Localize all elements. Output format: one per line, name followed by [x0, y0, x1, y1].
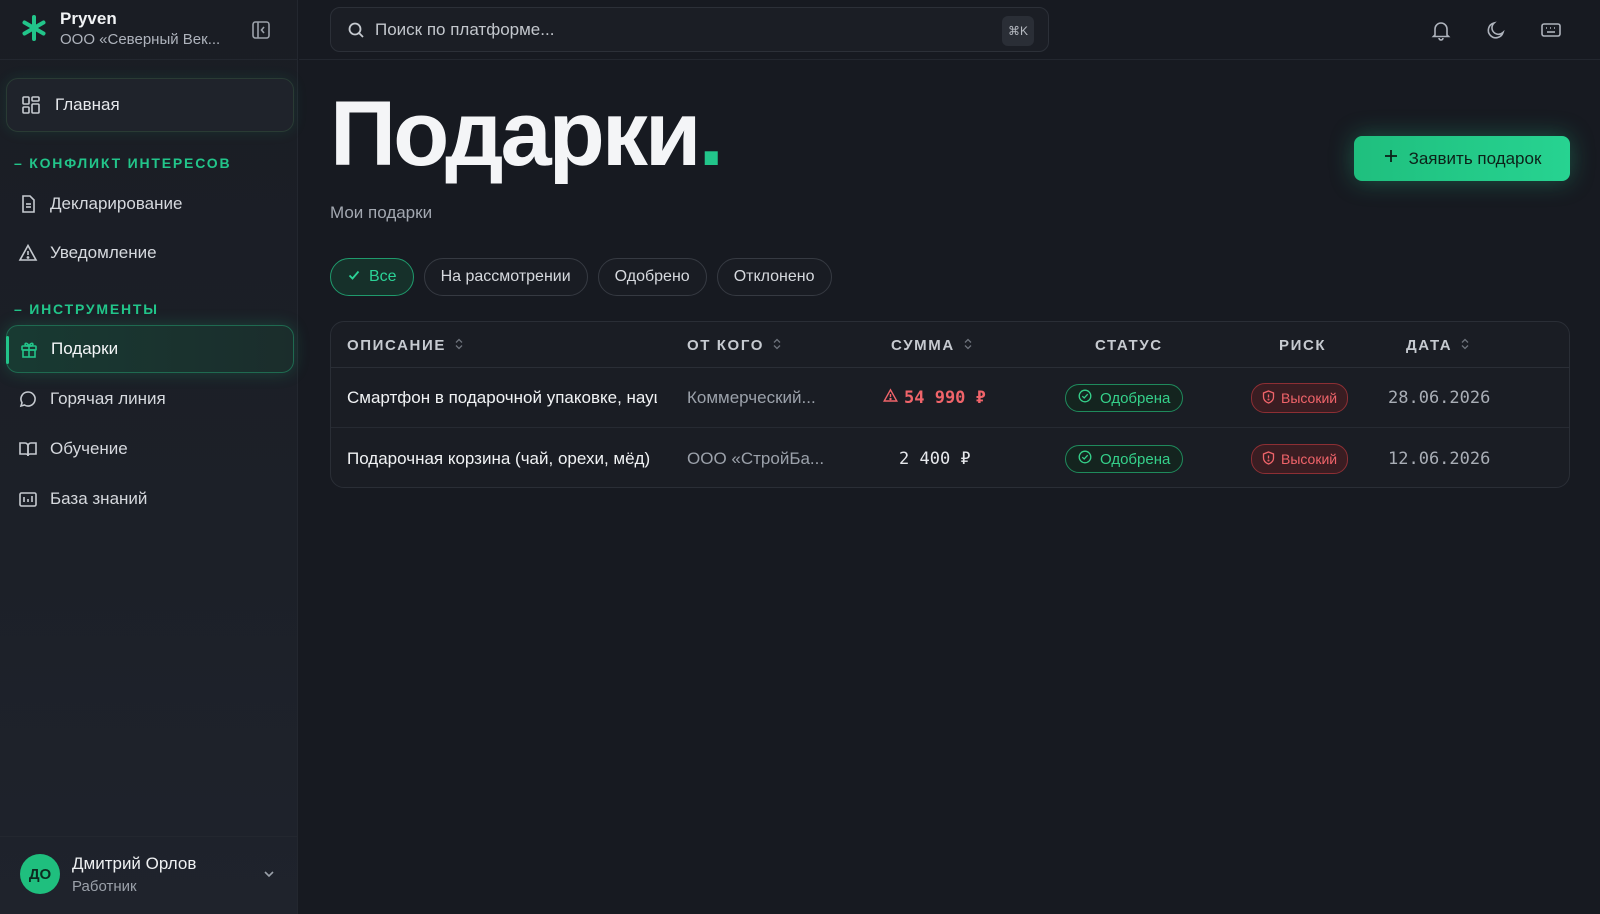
cell-from: ООО «СтройБа...	[687, 449, 825, 468]
column-header-status: СТАТУС	[1095, 337, 1163, 354]
filter-rejected[interactable]: Отклонено	[716, 258, 832, 296]
column-header-from[interactable]: ОТ КОГО	[687, 337, 782, 354]
sidebar-item-label: Декларирование	[50, 194, 183, 213]
moon-icon[interactable]	[1484, 18, 1508, 42]
gifts-table: ОПИСАНИЕ ОТ КОГО СУММА СТАТУС РИСК ДАТА …	[330, 321, 1570, 488]
organization-name[interactable]: ООО «Северный Век...	[60, 31, 220, 48]
cell-date: 28.06.2026	[1388, 388, 1491, 408]
sidebar-item-label: Главная	[55, 95, 120, 114]
risk-badge: Высокий	[1251, 383, 1349, 413]
amount-value: 2 400 ₽	[899, 449, 971, 469]
user-role: Работник	[72, 878, 137, 895]
filter-label: Одобрено	[614, 268, 690, 285]
sidebar-item-notification[interactable]: Уведомление	[6, 229, 294, 277]
page-title: Подарки.	[330, 83, 724, 185]
status-badge: Одобрена	[1065, 445, 1184, 473]
warning-icon	[883, 388, 898, 408]
sidebar-item-label: Обучение	[50, 439, 128, 458]
shield-alert-icon	[1262, 450, 1275, 468]
sidebar-item-home[interactable]: Главная	[6, 78, 294, 132]
column-header-risk: РИСК	[1279, 337, 1327, 354]
cell-description: Подарочная корзина (чай, орехи, мёд)	[347, 449, 651, 468]
table-row[interactable]: Подарочная корзина (чай, орехи, мёд) ООО…	[331, 429, 1569, 487]
filter-all[interactable]: Все	[330, 258, 414, 296]
sort-icon	[454, 337, 464, 354]
shortcut-hint: ⌘K	[1002, 16, 1034, 46]
declare-gift-button[interactable]: Заявить подарок	[1354, 136, 1570, 181]
column-header-date[interactable]: ДАТА	[1406, 337, 1470, 354]
table-row[interactable]: Смартфон в подарочной упаковке, наушники…	[331, 368, 1569, 428]
shield-alert-icon	[1262, 389, 1275, 407]
user-name: Дмитрий Орлов	[72, 854, 197, 873]
user-profile[interactable]: ДО Дмитрий Орлов Работник	[0, 836, 298, 914]
chevron-down-icon[interactable]	[262, 867, 276, 886]
sort-icon	[1460, 337, 1470, 354]
search-bar[interactable]: ⌘K	[330, 7, 1049, 52]
chat-icon	[18, 389, 38, 409]
plus-icon	[1383, 148, 1399, 169]
chart-icon	[18, 489, 38, 509]
section-title-conflict: – КОНФЛИКТ ИНТЕРЕСОВ	[14, 155, 232, 171]
bell-icon[interactable]	[1429, 18, 1453, 42]
sidebar-item-declaration[interactable]: Декларирование	[6, 180, 294, 228]
filter-approved[interactable]: Одобрено	[597, 258, 707, 296]
amount-value: 54 990 ₽	[904, 388, 986, 408]
cell-date: 12.06.2026	[1388, 449, 1491, 469]
sidebar-item-knowledge-base[interactable]: База знаний	[6, 475, 294, 523]
grid-icon	[21, 95, 41, 115]
status-filters: Все На рассмотрении Одобрено Отклонено	[330, 258, 832, 296]
sidebar-collapse-icon[interactable]	[250, 19, 272, 41]
check-circle-icon	[1078, 450, 1092, 468]
filter-label: Отклонено	[733, 268, 815, 285]
sort-icon	[963, 337, 973, 354]
cell-amount: 2 400 ₽	[899, 429, 1009, 487]
status-badge: Одобрена	[1065, 384, 1184, 412]
sidebar-item-label: База знаний	[50, 489, 148, 508]
cell-risk: Высокий	[1251, 429, 1349, 487]
keyboard-icon[interactable]	[1539, 18, 1563, 42]
page-subtitle: Мои подарки	[330, 203, 433, 222]
cell-description: Смартфон в подарочной упаковке, наушники	[347, 388, 657, 407]
book-icon	[18, 439, 38, 459]
filter-pending[interactable]: На рассмотрении	[423, 258, 588, 296]
cell-risk: Высокий	[1251, 368, 1349, 428]
sidebar-item-label: Подарки	[51, 339, 119, 358]
risk-badge: Высокий	[1251, 444, 1349, 474]
warning-icon	[18, 243, 38, 263]
check-icon	[347, 268, 361, 287]
column-header-amount[interactable]: СУММА	[891, 337, 973, 354]
brand-name: Pryven	[60, 9, 117, 28]
section-title-tools: – ИНСТРУМЕНТЫ	[14, 301, 159, 317]
sidebar-item-hotline[interactable]: Горячая линия	[6, 375, 294, 423]
check-circle-icon	[1078, 389, 1092, 407]
asterisk-logo-icon	[20, 14, 48, 42]
sidebar: Pryven ООО «Северный Век... Главная – КО…	[0, 0, 298, 914]
cell-from: Коммерческий...	[687, 388, 816, 407]
sidebar-item-label: Уведомление	[50, 243, 157, 262]
search-icon	[347, 21, 365, 39]
avatar: ДО	[20, 854, 60, 894]
declare-gift-label: Заявить подарок	[1408, 148, 1542, 168]
cell-amount: 54 990 ₽	[883, 368, 1013, 428]
cell-status: Одобрена	[1065, 429, 1184, 487]
table-header: ОПИСАНИЕ ОТ КОГО СУММА СТАТУС РИСК ДАТА	[331, 322, 1569, 368]
filter-label: Все	[369, 268, 397, 285]
sidebar-item-label: Горячая линия	[50, 389, 166, 408]
topbar: ⌘K	[299, 0, 1600, 60]
gift-icon	[19, 339, 39, 359]
search-input[interactable]	[375, 19, 975, 40]
sidebar-item-training[interactable]: Обучение	[6, 425, 294, 473]
document-icon	[18, 194, 38, 214]
column-header-description[interactable]: ОПИСАНИЕ	[347, 337, 464, 354]
cell-status: Одобрена	[1065, 368, 1184, 428]
filter-label: На рассмотрении	[440, 268, 571, 285]
brand-header: Pryven ООО «Северный Век...	[0, 0, 298, 60]
sort-icon	[772, 337, 782, 354]
sidebar-item-gifts[interactable]: Подарки	[6, 325, 294, 373]
